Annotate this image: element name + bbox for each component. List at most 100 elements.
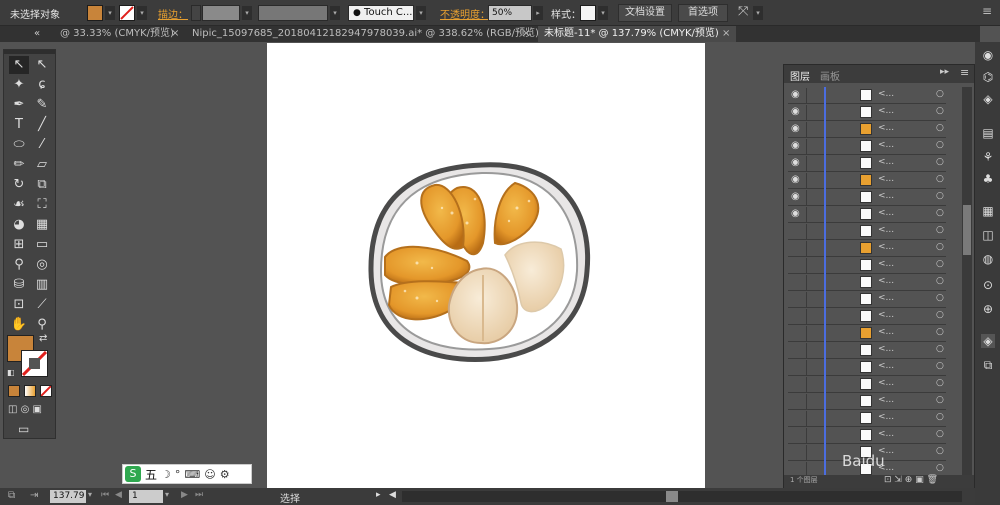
- layer-name[interactable]: <...: [878, 225, 894, 235]
- tab-doc2-close[interactable]: ×: [522, 26, 534, 42]
- visibility-icon[interactable]: [791, 293, 803, 305]
- visibility-icon[interactable]: ◉: [791, 123, 803, 135]
- opacity-label[interactable]: 不透明度：: [440, 6, 490, 21]
- default-colors-icon[interactable]: ◧: [7, 368, 15, 377]
- lock-toggle[interactable]: [806, 207, 820, 222]
- layer-name[interactable]: <...: [878, 174, 894, 184]
- color-panel-icon[interactable]: ◉: [981, 48, 995, 62]
- artboard[interactable]: [267, 43, 705, 488]
- last-artboard-icon[interactable]: ⏭: [195, 490, 203, 500]
- lock-toggle[interactable]: [806, 156, 820, 171]
- layer-name[interactable]: <...: [878, 378, 894, 388]
- visibility-icon[interactable]: ◉: [791, 106, 803, 118]
- tab-doc3-active[interactable]: 未标题-11* @ 137.79% (CMYK/预览) ×: [538, 26, 736, 42]
- target-icon[interactable]: ○: [936, 208, 944, 218]
- transparency-icon[interactable]: ◫: [981, 228, 995, 242]
- profile-dropdown[interactable]: ▾: [330, 6, 340, 20]
- prev-artboard-icon[interactable]: ◀: [115, 490, 122, 500]
- layer-name[interactable]: <...: [878, 293, 894, 303]
- symbols-icon[interactable]: ♣: [981, 172, 995, 186]
- layer-row[interactable]: ◉ <... ○: [788, 172, 946, 189]
- visibility-icon[interactable]: [791, 412, 803, 424]
- lock-toggle[interactable]: [806, 105, 820, 120]
- opacity-dropdown[interactable]: ▸: [533, 6, 543, 20]
- stroke-dropdown[interactable]: ▾: [137, 6, 147, 20]
- fill-dropdown[interactable]: ▾: [105, 6, 115, 20]
- punct-icon[interactable]: °: [175, 468, 181, 481]
- next-artboard-icon[interactable]: ▶: [181, 490, 188, 500]
- gradient-mode-icon[interactable]: [24, 385, 36, 397]
- user-icon[interactable]: ☺: [204, 468, 215, 481]
- target-icon[interactable]: ○: [936, 174, 944, 184]
- layer-name[interactable]: <...: [878, 208, 894, 218]
- hand-icon[interactable]: ✋: [9, 316, 29, 334]
- preferences-button[interactable]: 首选项: [678, 4, 728, 22]
- direct-selection-tool-icon[interactable]: ↖: [32, 56, 52, 74]
- layer-row[interactable]: <... ○: [788, 427, 946, 444]
- tab-doc3-close[interactable]: ×: [722, 26, 730, 42]
- opacity-field[interactable]: 50%: [488, 5, 532, 21]
- lock-toggle[interactable]: [806, 377, 820, 392]
- variable-width-profile[interactable]: [258, 5, 328, 21]
- brush-dropdown[interactable]: ▾: [416, 6, 426, 20]
- layer-name[interactable]: <...: [878, 89, 894, 99]
- layer-row[interactable]: <... ○: [788, 257, 946, 274]
- visibility-icon[interactable]: [791, 276, 803, 288]
- lock-toggle[interactable]: [806, 411, 820, 426]
- draw-mode-icons[interactable]: ◫ ◎ ▣: [8, 404, 53, 416]
- target-icon[interactable]: ○: [936, 89, 944, 99]
- layer-row[interactable]: ◉ <... ○: [788, 104, 946, 121]
- artboard-field[interactable]: 1: [129, 490, 163, 503]
- target-icon[interactable]: ○: [936, 191, 944, 201]
- symbol-sprayer-icon[interactable]: ⛁: [9, 276, 29, 294]
- free-transform-icon[interactable]: ⛶: [32, 196, 52, 214]
- layer-row[interactable]: ◉ <... ○: [788, 155, 946, 172]
- lock-toggle[interactable]: [806, 258, 820, 273]
- sync-icon[interactable]: ⧉: [8, 490, 15, 501]
- isolate-dropdown[interactable]: ▾: [753, 6, 763, 20]
- visibility-icon[interactable]: ◉: [791, 174, 803, 186]
- layer-name[interactable]: <...: [878, 242, 894, 252]
- layer-name[interactable]: <...: [878, 157, 894, 167]
- layer-name[interactable]: <...: [878, 395, 894, 405]
- target-icon[interactable]: ○: [936, 446, 944, 456]
- layer-name[interactable]: <...: [878, 191, 894, 201]
- layer-name[interactable]: <...: [878, 276, 894, 286]
- export-icon[interactable]: ⇥: [30, 490, 38, 501]
- layer-row[interactable]: <... ○: [788, 308, 946, 325]
- tab-doc1-close[interactable]: ×: [171, 26, 183, 42]
- collapse-tabs-icon[interactable]: «: [34, 26, 48, 42]
- target-icon[interactable]: ○: [936, 242, 944, 252]
- target-icon[interactable]: ○: [936, 344, 944, 354]
- magic-wand-icon[interactable]: ✦: [9, 76, 29, 94]
- lock-toggle[interactable]: [806, 190, 820, 205]
- layer-name[interactable]: <...: [878, 106, 894, 116]
- layer-row[interactable]: ◉ <... ○: [788, 138, 946, 155]
- layer-row[interactable]: ◉ <... ○: [788, 189, 946, 206]
- visibility-icon[interactable]: ◉: [791, 140, 803, 152]
- document-setup-button[interactable]: 文档设置: [618, 4, 672, 22]
- warp-icon[interactable]: ☙: [9, 196, 29, 214]
- lock-toggle[interactable]: [806, 394, 820, 409]
- panel-menu-icon[interactable]: ≡: [982, 4, 992, 18]
- appearance-icon[interactable]: ◈: [981, 92, 995, 106]
- layer-name[interactable]: <...: [878, 310, 894, 320]
- lock-toggle[interactable]: [806, 428, 820, 443]
- layer-row[interactable]: ◉ <... ○: [788, 121, 946, 138]
- visibility-icon[interactable]: [791, 259, 803, 271]
- pencil-icon[interactable]: ✏: [9, 156, 29, 174]
- target-icon[interactable]: ○: [936, 106, 944, 116]
- horizontal-scrollbar[interactable]: [402, 491, 962, 502]
- fill-swatch[interactable]: [87, 5, 103, 21]
- zoom-dropdown[interactable]: ▾: [88, 490, 92, 499]
- lock-toggle[interactable]: [806, 360, 820, 375]
- brush-definition[interactable]: ● Touch C...: [348, 5, 414, 21]
- layer-name[interactable]: <...: [878, 344, 894, 354]
- layer-name[interactable]: <...: [878, 259, 894, 269]
- tab-layers[interactable]: 图层: [790, 68, 810, 83]
- layer-row[interactable]: ◉ <... ○: [788, 206, 946, 223]
- curvature-icon[interactable]: ✎: [32, 96, 52, 114]
- blend-icon[interactable]: ◎: [32, 256, 52, 274]
- panel-collapse-icon[interactable]: ▸▸: [940, 67, 949, 77]
- keyboard-icon[interactable]: ⌨: [184, 468, 200, 481]
